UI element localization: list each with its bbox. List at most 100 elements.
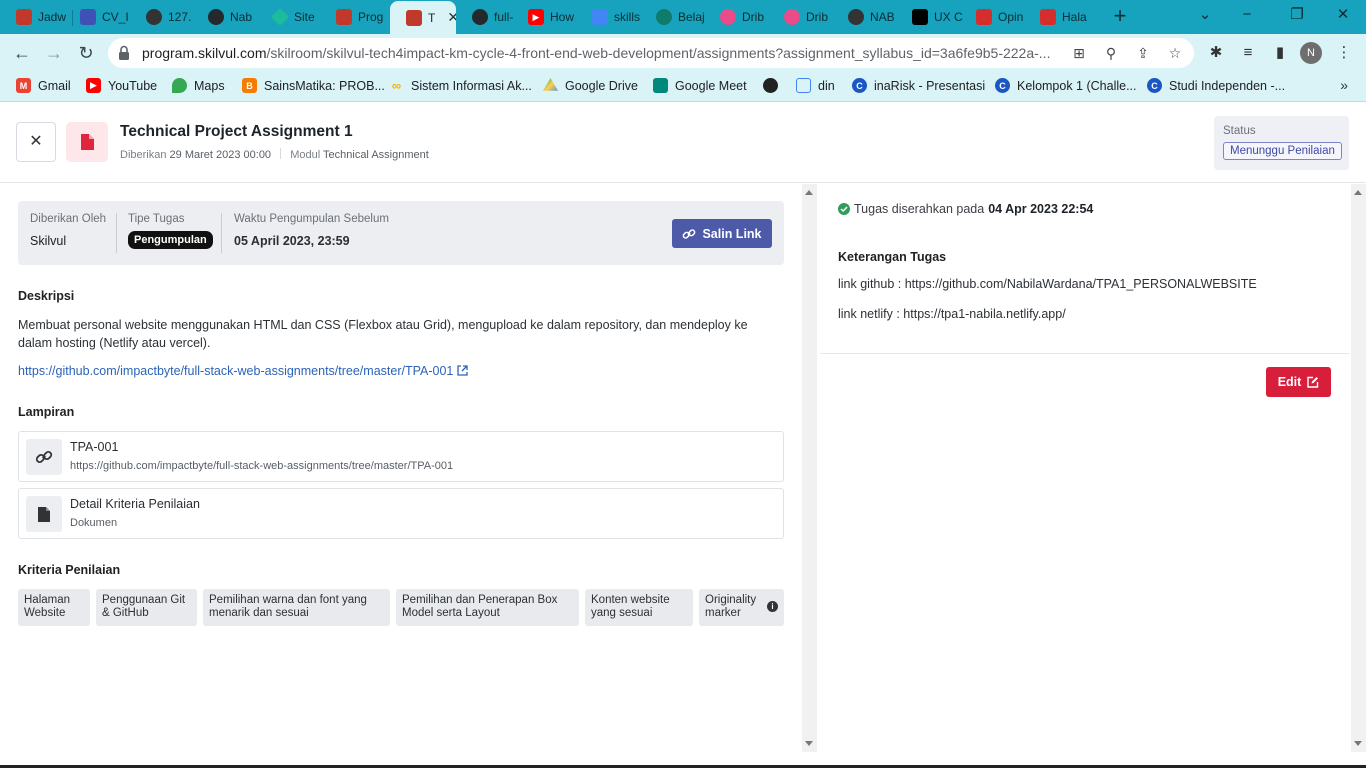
scroll-up-arrow-icon[interactable]	[805, 190, 813, 195]
browser-tab[interactable]: skills	[576, 4, 646, 30]
tab-favicon-icon	[976, 9, 992, 25]
restore-icon[interactable]: ❐	[1286, 4, 1308, 26]
tab-favicon-icon	[784, 9, 800, 25]
profile-avatar[interactable]: N	[1300, 42, 1322, 64]
attachment-subtitle: https://github.com/impactbyte/full-stack…	[70, 460, 454, 472]
browser-tab[interactable]: Jadw	[0, 4, 70, 30]
bookmark-item[interactable]: ∞ Sistem Informasi Ak...	[389, 78, 532, 93]
status-badge: Menunggu Penilaian	[1223, 142, 1342, 160]
assignment-file-icon	[66, 122, 108, 162]
browser-tab[interactable]: Drib	[768, 4, 838, 30]
link-icon	[683, 228, 696, 239]
side-panel-icon[interactable]: ▮	[1270, 43, 1290, 63]
bookmarks-overflow-chevron-icon[interactable]: »	[1340, 77, 1348, 93]
scroll-down-arrow-icon[interactable]	[1354, 741, 1362, 746]
bookmark-item[interactable]: Google Drive	[543, 78, 638, 93]
right-scrollbar[interactable]	[1351, 184, 1366, 752]
bookmark-item[interactable]: Google Meet	[653, 78, 747, 93]
forward-arrow-icon[interactable]: →	[42, 41, 66, 65]
attachment-item[interactable]: TPA-001 https://github.com/impactbyte/fu…	[18, 431, 784, 482]
extensions-puzzle-icon[interactable]: ✱	[1206, 43, 1226, 63]
criteria-title: Kriteria Penilaian	[18, 563, 121, 577]
attachment-title: TPA-001	[70, 440, 119, 454]
translate-icon[interactable]: ⊞	[1070, 44, 1088, 62]
notes-title: Keterangan Tugas	[838, 250, 947, 264]
browser-tab[interactable]: UX C	[896, 4, 966, 30]
scroll-down-arrow-icon[interactable]	[805, 741, 813, 746]
browser-tab[interactable]: Opin	[960, 4, 1030, 30]
notes-netlify-line: link netlify : https://tpa1-nabila.netli…	[838, 307, 1066, 321]
bookmark-star-icon[interactable]: ☆	[1166, 44, 1184, 62]
tab-favicon-icon	[592, 9, 608, 25]
info-icon[interactable]: i	[767, 601, 778, 612]
browser-tab[interactable]: Prog	[320, 4, 390, 30]
browser-toolbar: ← → ↻ program.skilvul.com/skilroom/skilv…	[0, 34, 1366, 72]
tab-close-icon[interactable]: ✕	[447, 9, 456, 26]
tab-favicon-icon	[146, 9, 162, 25]
attachment-subtitle: Dokumen	[70, 517, 118, 529]
canva-icon: C	[1147, 78, 1162, 93]
bookmark-item[interactable]: din	[796, 78, 835, 93]
edit-button[interactable]: Edit	[1266, 367, 1331, 397]
attachment-item[interactable]: Detail Kriteria Penilaian Dokumen	[18, 488, 784, 539]
browser-tab[interactable]: ▶ How	[512, 4, 582, 30]
maps-pin-icon	[172, 78, 187, 93]
close-icon: ✕	[29, 133, 43, 150]
close-button[interactable]: ✕	[16, 122, 56, 162]
bookmark-item[interactable]: Maps	[172, 78, 225, 93]
reload-icon[interactable]: ↻	[74, 41, 98, 65]
bookmark-item[interactable]	[763, 78, 778, 93]
left-scrollbar[interactable]	[802, 184, 817, 752]
gmail-icon: M	[16, 78, 31, 93]
bookmark-item[interactable]: C Studi Independen -...	[1147, 78, 1285, 93]
check-circle-icon	[838, 203, 850, 215]
bookmark-item[interactable]: B SainsMatika: PROB...	[242, 78, 385, 93]
submission-panel: Tugas diserahkan pada 04 Apr 2023 22:54 …	[820, 184, 1350, 752]
tab-favicon-icon	[912, 9, 928, 25]
assignment-header: ✕ Technical Project Assignment 1 Diberik…	[0, 103, 1366, 183]
media-control-icon[interactable]: ≡	[1238, 43, 1258, 63]
description-title: Deskripsi	[18, 289, 75, 303]
google-drive-icon	[543, 78, 558, 91]
browser-tab[interactable]: Site	[256, 4, 326, 30]
minimize-icon[interactable]: −	[1236, 4, 1258, 26]
copy-link-button[interactable]: Salin Link	[672, 219, 772, 248]
bookmarks-bar: M Gmail ▶ YouTube Maps B SainsMatika: PROB.…	[0, 72, 1366, 102]
new-tab-plus-icon[interactable]: +	[1109, 5, 1131, 27]
browser-tab[interactable]: CV_I	[64, 4, 134, 30]
bookmark-item[interactable]: ▶ YouTube	[86, 78, 157, 93]
criteria-chip: Pemilihan dan Penerapan Box Model serta …	[396, 589, 579, 626]
canva-icon: C	[995, 78, 1010, 93]
tab-search-chevron-icon[interactable]: ⌄	[1194, 4, 1216, 26]
bookmark-item[interactable]: CinaRisk - Presentasi	[852, 78, 985, 93]
browser-tab[interactable]: Belaj	[640, 4, 710, 30]
browser-tab[interactable]: 127.	[130, 4, 200, 30]
given-by: Diberikan Oleh Skilvul	[30, 213, 107, 248]
bookmark-item[interactable]: M Gmail	[16, 78, 71, 93]
bookmark-item[interactable]: C Kelompok 1 (Challe...	[995, 78, 1137, 93]
tab-favicon-icon	[208, 9, 224, 25]
window-close-icon[interactable]: ✕	[1332, 4, 1354, 26]
deadline: Waktu Pengumpulan Sebelum 05 April 2023,…	[234, 213, 389, 248]
infinity-icon: ∞	[391, 78, 402, 93]
back-arrow-icon[interactable]: ←	[10, 41, 34, 65]
zoom-icon[interactable]: ⚲	[1102, 44, 1120, 62]
browser-tab[interactable]: Hala	[1024, 4, 1094, 30]
chrome-menu-icon[interactable]: ⋮	[1334, 43, 1354, 63]
criteria-chip: Konten website yang sesuai	[585, 589, 693, 626]
browser-tab-active[interactable]: T ✕	[390, 1, 456, 34]
tab-favicon-icon	[656, 9, 672, 25]
description-link[interactable]: https://github.com/impactbyte/full-stack…	[18, 364, 468, 378]
browser-tab[interactable]: Drib	[704, 4, 774, 30]
criteria-chip: Pemilihan warna dan font yang menarik da…	[203, 589, 390, 626]
tab-favicon-icon	[848, 9, 864, 25]
description-text: Membuat personal website menggunakan HTM…	[18, 318, 748, 350]
document-icon	[796, 78, 811, 93]
scroll-up-arrow-icon[interactable]	[1354, 190, 1362, 195]
address-bar[interactable]: program.skilvul.com/skilroom/skilvul-tec…	[108, 38, 1194, 68]
google-meet-icon	[653, 78, 668, 93]
notes-github-line: link github : https://github.com/NabilaW…	[838, 277, 1257, 291]
browser-tab[interactable]: Nab	[192, 4, 262, 30]
browser-tab[interactable]: NAB	[832, 4, 902, 30]
share-icon[interactable]: ⇪	[1134, 44, 1152, 62]
